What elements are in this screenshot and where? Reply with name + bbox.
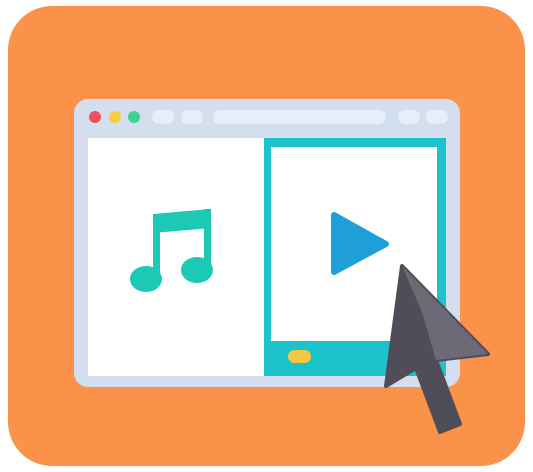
maximize-dot-icon [128, 111, 140, 123]
toolbar-pill-2 [181, 110, 203, 124]
toolbar-pill-1 [152, 110, 174, 124]
close-dot-icon [89, 111, 101, 123]
media-illustration [0, 0, 533, 472]
toolbar-pill-3 [398, 110, 420, 124]
address-bar [213, 110, 386, 124]
minimize-dot-icon [109, 111, 121, 123]
toolbar-pill-4 [426, 110, 448, 124]
browser-window-illustration [74, 99, 490, 434]
home-button [288, 350, 311, 363]
left-content-pane [88, 138, 264, 376]
